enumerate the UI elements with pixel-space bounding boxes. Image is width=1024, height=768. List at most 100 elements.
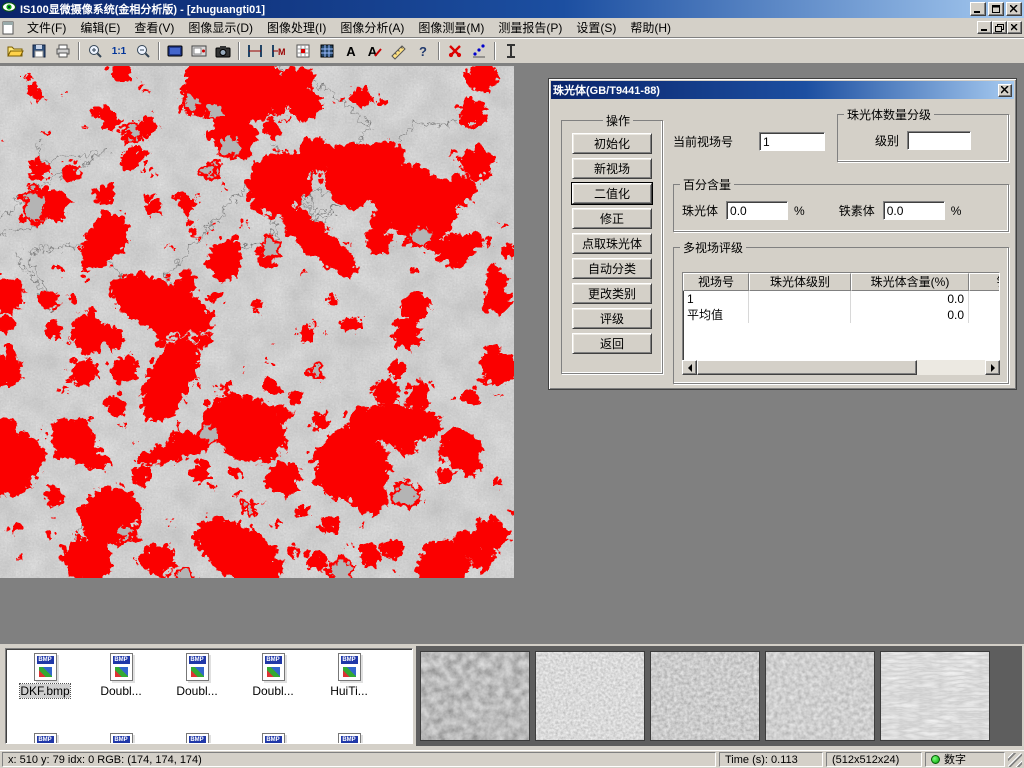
font-edit-icon[interactable]: A [363, 40, 387, 62]
file-item-partial[interactable]: BMP [312, 733, 386, 744]
ruler-icon[interactable] [387, 40, 411, 62]
menu-image-processing[interactable]: 图像处理(I) [260, 17, 333, 38]
multi-field-table[interactable]: 视场号 珠光体级别 珠光体含量(%) 铁素体含量(%) 1 0.0 [682, 272, 1000, 364]
svg-text:M: M [278, 47, 286, 57]
table-select-icon[interactable] [291, 40, 315, 62]
col-pearlite-grade[interactable]: 珠光体级别 [749, 273, 851, 291]
camera-icon[interactable] [211, 40, 235, 62]
print-icon[interactable] [51, 40, 75, 62]
minimize-button[interactable] [970, 2, 986, 16]
rate-button[interactable]: 评级 [572, 308, 652, 329]
menu-file[interactable]: 文件(F) [20, 17, 73, 38]
open-icon[interactable] [3, 40, 27, 62]
cell-field: 平均值 [683, 307, 749, 323]
child-minimize-button[interactable] [977, 21, 992, 34]
child-restore-button[interactable] [992, 21, 1007, 34]
percentage-group-label: 百分含量 [680, 176, 734, 193]
ferrite-input[interactable] [883, 201, 945, 220]
close-button[interactable] [1006, 2, 1022, 16]
font-icon[interactable]: A [339, 40, 363, 62]
operation-group-label: 操作 [603, 112, 633, 129]
initialize-button[interactable]: 初始化 [572, 133, 652, 154]
caliper-icon[interactable] [243, 40, 267, 62]
file-item[interactable]: BMP Doubl... [236, 653, 310, 698]
bmp-file-icon: BMP [186, 653, 209, 681]
menu-image-display[interactable]: 图像显示(D) [181, 17, 260, 38]
return-button[interactable]: 返回 [572, 333, 652, 354]
file-item-partial[interactable]: BMP [8, 733, 82, 744]
zoom-in-icon[interactable] [83, 40, 107, 62]
delete-measure-icon[interactable] [443, 40, 467, 62]
current-field-label: 当前视场号 [673, 133, 759, 150]
thumbnail-4[interactable] [765, 651, 875, 741]
file-item[interactable]: BMP DKF.bmp [8, 653, 82, 698]
grading-group-label: 珠光体数量分级 [844, 106, 934, 123]
save-icon[interactable] [27, 40, 51, 62]
scroll-thumb[interactable] [697, 360, 917, 375]
file-item[interactable]: BMP HuiTi... [312, 653, 386, 698]
file-item[interactable]: BMP Doubl... [160, 653, 234, 698]
dialog-close-button[interactable] [998, 84, 1012, 97]
table-horizontal-scrollbar[interactable] [682, 360, 1000, 375]
file-item-partial[interactable]: BMP [236, 733, 310, 744]
clamp-icon[interactable] [499, 40, 523, 62]
status-position: x: 510 y: 79 idx: 0 RGB: (174, 174, 174) [2, 752, 716, 767]
correct-button[interactable]: 修正 [572, 208, 652, 229]
change-category-button[interactable]: 更改类别 [572, 283, 652, 304]
mode-led-icon [931, 755, 940, 764]
maximize-button[interactable] [988, 2, 1004, 16]
thumbnail-1[interactable] [420, 651, 530, 741]
thumbnail-5[interactable] [880, 651, 990, 741]
menu-edit[interactable]: 编辑(E) [73, 17, 127, 38]
metallograph-image[interactable] [0, 66, 514, 578]
child-close-button[interactable] [1007, 21, 1022, 34]
help-icon[interactable]: ? [411, 40, 435, 62]
menu-settings[interactable]: 设置(S) [569, 17, 623, 38]
scroll-track[interactable] [697, 360, 985, 375]
point-measure-icon[interactable] [467, 40, 491, 62]
scroll-right-button[interactable] [985, 360, 1000, 375]
col-field[interactable]: 视场号 [683, 273, 749, 291]
caliper-measure-icon[interactable]: M [267, 40, 291, 62]
new-field-button[interactable]: 新视场 [572, 158, 652, 179]
bmp-file-icon: BMP [110, 733, 133, 744]
dialog-title-bar[interactable]: 珠光体(GB/T9441-88) [551, 81, 1014, 99]
thumbnail-3[interactable] [650, 651, 760, 741]
current-field-input[interactable] [759, 132, 825, 151]
col-pearlite-content[interactable]: 珠光体含量(%) [851, 273, 969, 291]
pick-pearlite-button[interactable]: 点取珠光体 [572, 233, 652, 254]
table-header: 视场号 珠光体级别 珠光体含量(%) 铁素体含量(%) [683, 273, 1000, 291]
menu-measure-report[interactable]: 测量报告(P) [491, 17, 569, 38]
file-item[interactable]: BMP Doubl... [84, 653, 158, 698]
thumbnail-2[interactable] [535, 651, 645, 741]
child-window-icon[interactable] [2, 21, 18, 35]
status-bar: x: 510 y: 79 idx: 0 RGB: (174, 174, 174)… [0, 750, 1024, 768]
pearlite-dialog: 珠光体(GB/T9441-88) 操作 初始化 新视场 二值化 修正 点取珠光体… [548, 78, 1017, 390]
cell-field: 1 [683, 291, 749, 307]
grid-icon[interactable] [315, 40, 339, 62]
zoom-out-icon[interactable] [131, 40, 155, 62]
auto-classify-button[interactable]: 自动分类 [572, 258, 652, 279]
table-row[interactable]: 1 0.0 [683, 291, 1000, 307]
table-row[interactable]: 平均值 0.0 [683, 307, 1000, 323]
font-label: A [346, 44, 355, 59]
status-image-size: (512x512x24) [826, 752, 922, 767]
actual-size-icon[interactable]: 1:1 [107, 40, 131, 62]
file-item-partial[interactable]: BMP [160, 733, 234, 744]
capture-icon[interactable] [187, 40, 211, 62]
grading-group: 珠光体数量分级 级别 [837, 106, 1009, 162]
menu-help[interactable]: 帮助(H) [623, 17, 678, 38]
menu-image-analysis[interactable]: 图像分析(A) [333, 17, 411, 38]
resize-grip[interactable] [1008, 753, 1022, 767]
file-item-partial[interactable]: BMP [84, 733, 158, 744]
binarize-button[interactable]: 二值化 [572, 183, 652, 204]
menu-image-measure[interactable]: 图像测量(M) [411, 17, 491, 38]
level-input[interactable] [907, 131, 971, 150]
dialog-title: 珠光体(GB/T9441-88) [553, 82, 998, 98]
menu-view[interactable]: 查看(V) [127, 17, 181, 38]
cell-ferrite [969, 307, 1000, 323]
pearlite-input[interactable] [726, 201, 788, 220]
scroll-left-button[interactable] [682, 360, 697, 375]
display-icon[interactable] [163, 40, 187, 62]
col-ferrite-content[interactable]: 铁素体含量(%) [969, 273, 1000, 291]
